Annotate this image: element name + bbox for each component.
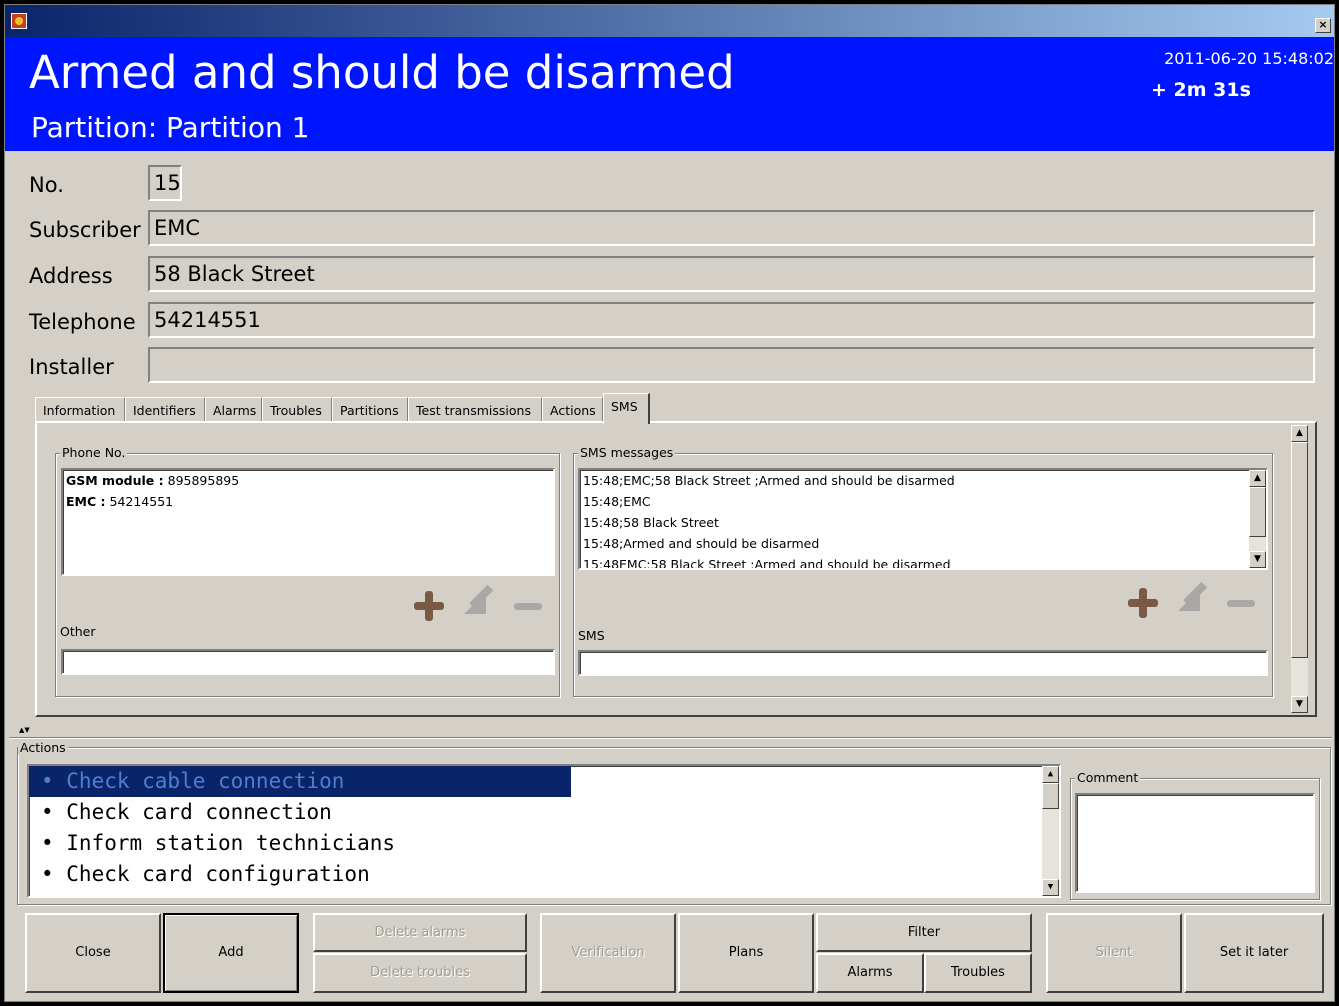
add-button[interactable]: Add [163,913,299,993]
event-datetime: 2011-06-20 15:48:02 [1164,49,1334,68]
address-label: Address [29,264,113,288]
other-phone-input[interactable] [61,649,555,675]
remove-sms-icon[interactable] [1227,588,1257,618]
alarm-window: × Armed and should be disarmed Partition… [4,4,1335,1002]
action-item[interactable]: • Check card configuration [29,859,1059,890]
actions-scrollbar[interactable]: ▲ ▼ [1042,766,1059,896]
app-icon [11,13,27,29]
sms-messages-label: SMS messages [578,445,676,460]
edit-phone-icon[interactable] [464,592,494,622]
installer-label: Installer [29,355,114,379]
action-item[interactable]: • Inform station technicians [29,828,1059,859]
elapsed-time: + 2m 31s [1151,79,1251,101]
remove-phone-icon[interactable] [514,591,544,621]
list-item[interactable]: 15:48;EMC;58 Black Street ;Armed and sho… [580,470,1266,491]
telephone-label: Telephone [29,310,136,334]
scroll-thumb[interactable] [1249,487,1266,537]
scroll-down-icon[interactable]: ▼ [1042,879,1059,896]
action-item[interactable]: • Check card connection [29,797,1059,828]
scroll-up-icon[interactable]: ▲ [1042,766,1059,783]
scroll-thumb[interactable] [1291,442,1308,658]
tab-actions[interactable]: Actions [542,397,603,423]
add-phone-icon[interactable] [414,591,444,621]
scroll-down-icon[interactable]: ▼ [1249,551,1266,568]
close-button[interactable]: Close [25,913,161,993]
address-field[interactable]: 58 Black Street [148,256,1315,292]
comment-label: Comment [1075,770,1141,785]
filter-alarms-button[interactable]: Alarms [816,953,924,993]
subscriber-field[interactable]: EMC [148,210,1315,246]
subscriber-label: Subscriber [29,218,141,242]
list-item[interactable]: GSM module : 895895895 [63,470,553,491]
filter-button[interactable]: Filter [816,913,1032,952]
window-close-button[interactable]: × [1315,18,1331,33]
event-header: Armed and should be disarmed Partition: … [5,37,1334,151]
phone-list[interactable]: GSM module : 895895895 EMC : 54214551 [61,468,555,576]
sms-tab-panel: Phone No. GSM module : 895895895 EMC : 5… [35,421,1317,717]
sms-input[interactable] [578,650,1268,676]
list-item[interactable]: 15:48;EMC [580,491,1266,512]
phone-group-label: Phone No. [60,445,128,460]
delete-alarms-button[interactable]: Delete alarms [313,913,527,952]
actions-list[interactable]: • Check cable connection • Check card co… [27,764,1061,898]
sms-label: SMS [578,628,605,643]
verification-button[interactable]: Verification [540,913,676,993]
comment-input[interactable] [1075,793,1315,893]
panel-scrollbar[interactable]: ▲ ▼ [1291,425,1308,713]
installer-field[interactable] [148,347,1315,383]
telephone-field[interactable]: 54214551 [148,302,1315,338]
splitter-arrows-icon[interactable]: ▲▼ [19,727,30,734]
sms-messages-scrollbar[interactable]: ▲ ▼ [1249,470,1266,568]
scroll-up-icon[interactable]: ▲ [1291,425,1308,442]
no-label: No. [29,173,64,197]
sms-messages-group: SMS messages 15:48;EMC;58 Black Street ;… [573,445,1273,697]
title-bar[interactable]: × [5,5,1334,37]
event-title: Armed and should be disarmed [29,46,735,99]
tab-identifiers[interactable]: Identifiers [125,397,205,423]
splitter[interactable] [9,737,1332,739]
other-label: Other [60,624,96,639]
tab-test-transmissions[interactable]: Test transmissions [408,397,542,423]
no-field[interactable]: 15 [148,165,182,201]
tab-information[interactable]: Information [35,397,125,423]
tab-alarms[interactable]: Alarms [205,397,262,423]
scroll-up-icon[interactable]: ▲ [1249,470,1266,487]
set-it-later-button[interactable]: Set it later [1184,913,1324,993]
list-item[interactable]: EMC : 54214551 [63,491,553,512]
add-sms-icon[interactable] [1128,588,1158,618]
filter-troubles-button[interactable]: Troubles [924,953,1032,993]
list-item[interactable]: 15:48;Armed and should be disarmed [580,533,1266,554]
list-item[interactable]: 15:48EMC;58 Black Street ;Armed and shou… [580,554,1266,568]
scroll-thumb[interactable] [1042,783,1059,809]
tab-sms[interactable]: SMS [603,393,650,424]
partition-label: Partition: Partition 1 [31,111,310,144]
tab-partitions[interactable]: Partitions [332,397,408,423]
comment-group: Comment [1070,770,1320,900]
plans-button[interactable]: Plans [678,913,814,993]
actions-group: Actions • Check cable connection • Check… [17,740,1331,905]
silent-button[interactable]: Silent [1046,913,1182,993]
sms-messages-list[interactable]: 15:48;EMC;58 Black Street ;Armed and sho… [578,468,1268,570]
list-item[interactable]: 15:48;58 Black Street [580,512,1266,533]
action-item[interactable]: • Check cable connection [29,766,571,797]
scroll-down-icon[interactable]: ▼ [1291,696,1308,713]
edit-sms-icon[interactable] [1178,589,1208,619]
phone-number-group: Phone No. GSM module : 895895895 EMC : 5… [55,445,560,697]
tab-troubles[interactable]: Troubles [262,397,332,423]
actions-group-label: Actions [18,740,68,755]
delete-troubles-button[interactable]: Delete troubles [313,953,527,993]
